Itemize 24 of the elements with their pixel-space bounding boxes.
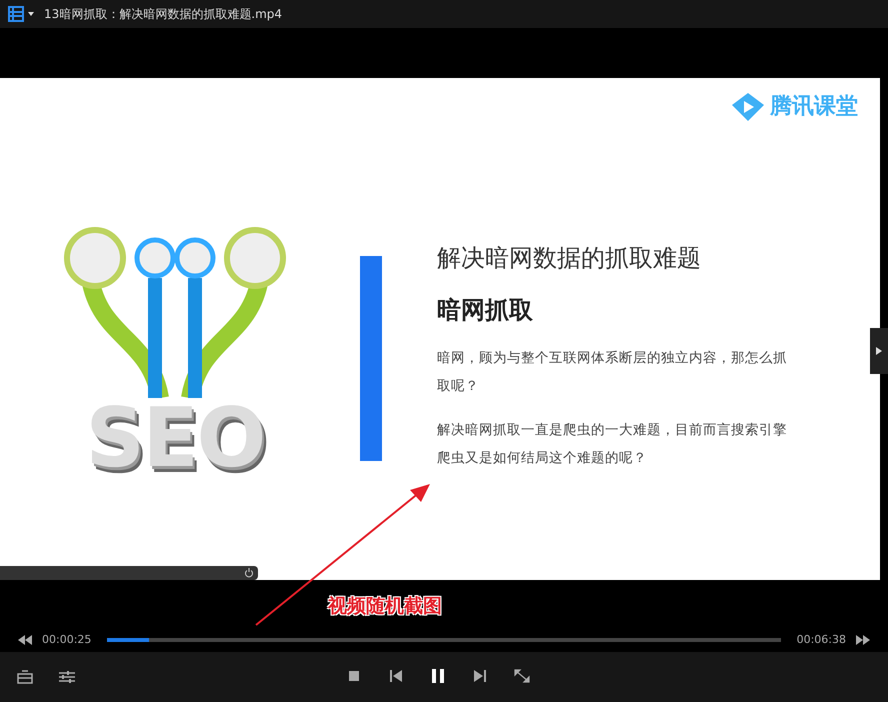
next-button[interactable] [471, 669, 489, 683]
power-icon[interactable] [244, 568, 254, 578]
slide-subheading: 暗网抓取 [437, 295, 534, 326]
slide-heading: 解决暗网数据的抓取难题 [437, 243, 702, 274]
window-title: 13暗网抓取：解决暗网数据的抓取难题.mp4 [44, 6, 282, 23]
side-panel-toggle[interactable] [870, 328, 888, 374]
layout-menu-button[interactable] [8, 6, 36, 22]
slide-paragraph: 暗网，顾为与整个互联网体系断层的独立内容，那怎么抓取呢？ [437, 349, 788, 396]
logo-icon [730, 90, 766, 122]
playlist-button[interactable] [16, 670, 34, 684]
slide-paragraph: 解决暗网抓取一直是爬虫的一大难题，目前而言搜索引擎爬虫又是如何结局这个难题的呢？ [437, 421, 788, 468]
fullscreen-button[interactable] [513, 669, 531, 683]
fast-forward-button[interactable] [854, 633, 872, 647]
previous-button[interactable] [387, 669, 405, 683]
rewind-button[interactable] [16, 633, 34, 647]
caret-icon [876, 347, 882, 355]
seo-text: SEO [86, 398, 264, 480]
annotation-label: 视频随机截图 [328, 594, 442, 619]
pause-button[interactable] [429, 669, 447, 683]
settings-button[interactable] [58, 670, 76, 684]
logo-text: 腾讯课堂 [770, 93, 858, 121]
elapsed-time: 00:00:25 [42, 632, 92, 648]
progress-track[interactable] [107, 638, 781, 642]
duration-time: 00:06:38 [796, 632, 846, 648]
